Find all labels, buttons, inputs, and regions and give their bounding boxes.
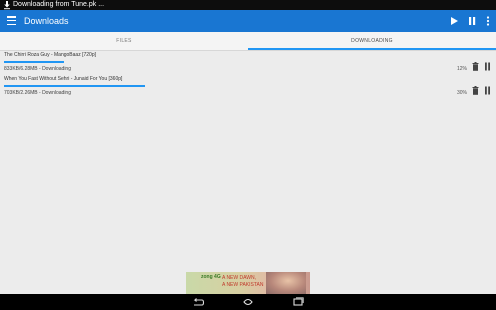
ad-headline-1: A NEW DAWN, [222,275,256,281]
download-percent: 12% [456,66,467,72]
pause-download-icon[interactable] [484,86,491,95]
tab-files[interactable]: FILES [0,32,248,50]
download-status: 703KB/2.26MB - Downloading [4,90,71,96]
download-progress-bar [4,85,145,87]
download-notification-icon [4,1,10,10]
resume-all-button[interactable] [448,15,460,27]
page-title: Downloads [24,16,69,26]
menu-icon[interactable] [7,16,16,26]
overflow-menu-icon[interactable] [482,15,494,27]
app-bar: Downloads [0,10,496,32]
system-nav-bar [0,294,496,310]
download-status: 833KB/6.28MB - Downloading [4,66,71,72]
ad-banner[interactable]: zong 4G A NEW DAWN, A NEW PAKISTAN [186,272,310,294]
download-title: When You Fast Without Sehri - Junaid For… [4,76,123,82]
download-title: The Chirri Roza Guy - MangoBaaz [720p] [4,52,96,58]
status-notification-text: Downloading from Tune.pk ... [13,1,105,8]
recent-apps-icon[interactable] [291,297,305,307]
download-percent: 30% [456,90,467,96]
ad-brand-logo: zong 4G [201,274,221,280]
delete-icon[interactable] [472,62,479,71]
download-progress-bar [4,61,64,63]
pause-download-icon[interactable] [484,62,491,71]
active-tab-indicator [248,48,496,50]
delete-icon[interactable] [472,86,479,95]
ad-image [266,272,306,294]
status-bar: Downloading from Tune.pk ... [0,0,496,10]
home-icon[interactable] [241,297,255,307]
ad-headline-2: A NEW PAKISTAN [222,282,264,288]
back-icon[interactable] [191,297,205,307]
pause-all-button[interactable] [466,15,478,27]
